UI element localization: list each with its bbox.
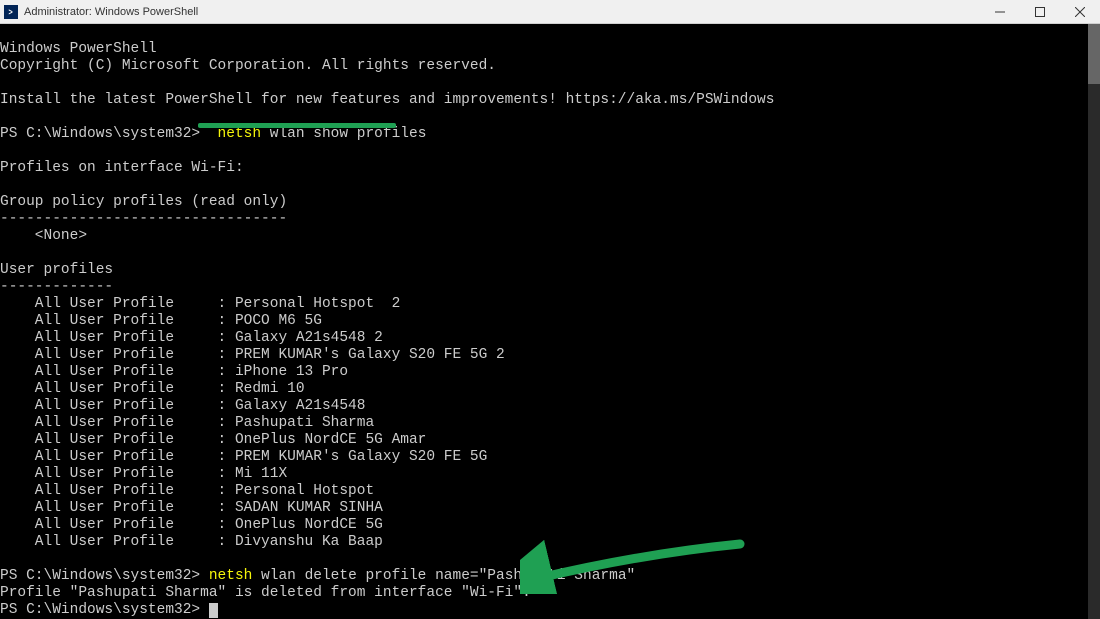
close-button[interactable] [1060,0,1100,24]
profile-line: All User Profile : Personal Hotspot [0,483,374,499]
profile-line: All User Profile : Divyanshu Ka Baap [0,534,383,550]
profile-line: All User Profile : PREM KUMAR's Galaxy S… [0,347,505,363]
delete-result: Profile "Pashupati Sharma" is deleted fr… [0,585,531,601]
prompt: PS C:\Windows\system32> [0,602,209,618]
cursor [209,603,218,618]
profile-line: All User Profile : Pashupati Sharma [0,415,374,431]
copyright-line: Copyright (C) Microsoft Corporation. All… [0,58,496,74]
profiles-interface-header: Profiles on interface Wi-Fi: [0,160,244,176]
divider: --------------------------------- [0,211,287,227]
profile-line: All User Profile : PREM KUMAR's Galaxy S… [0,449,487,465]
command-tail: wlan delete profile name="Pashupati Shar… [252,568,635,584]
command-tail: wlan show profiles [261,126,426,142]
scrollbar-track[interactable] [1088,24,1100,619]
profile-line: All User Profile : OnePlus NordCE 5G Ama… [0,432,426,448]
profile-line: All User Profile : SADAN KUMAR SINHA [0,500,383,516]
powershell-icon [4,5,18,19]
install-hint: Install the latest PowerShell for new fe… [0,92,774,108]
terminal-area[interactable]: Windows PowerShell Copyright (C) Microso… [0,24,1100,619]
command-head: netsh [218,126,262,142]
annotation-underline [198,123,396,128]
profile-line: All User Profile : Redmi 10 [0,381,305,397]
intro-line: Windows PowerShell [0,41,157,57]
group-policy-header: Group policy profiles (read only) [0,194,287,210]
maximize-button[interactable] [1020,0,1060,24]
prompt: PS C:\Windows\system32> [0,126,209,142]
window-titlebar: Administrator: Windows PowerShell [0,0,1100,24]
prompt: PS C:\Windows\system32> [0,568,209,584]
none-entry: <None> [0,228,87,244]
profile-line: All User Profile : iPhone 13 Pro [0,364,348,380]
profile-line: All User Profile : Mi 11X [0,466,287,482]
scrollbar-thumb[interactable] [1088,24,1100,84]
profile-line: All User Profile : Personal Hotspot 2 [0,296,400,312]
window-title: Administrator: Windows PowerShell [24,6,980,18]
user-profiles-header: User profiles [0,262,113,278]
command-head: netsh [209,568,253,584]
minimize-button[interactable] [980,0,1020,24]
profile-line: All User Profile : OnePlus NordCE 5G [0,517,383,533]
profile-line: All User Profile : Galaxy A21s4548 2 [0,330,383,346]
profile-line: All User Profile : Galaxy A21s4548 [0,398,365,414]
profile-line: All User Profile : POCO M6 5G [0,313,322,329]
divider: ------------- [0,279,113,295]
window-controls [980,0,1100,23]
